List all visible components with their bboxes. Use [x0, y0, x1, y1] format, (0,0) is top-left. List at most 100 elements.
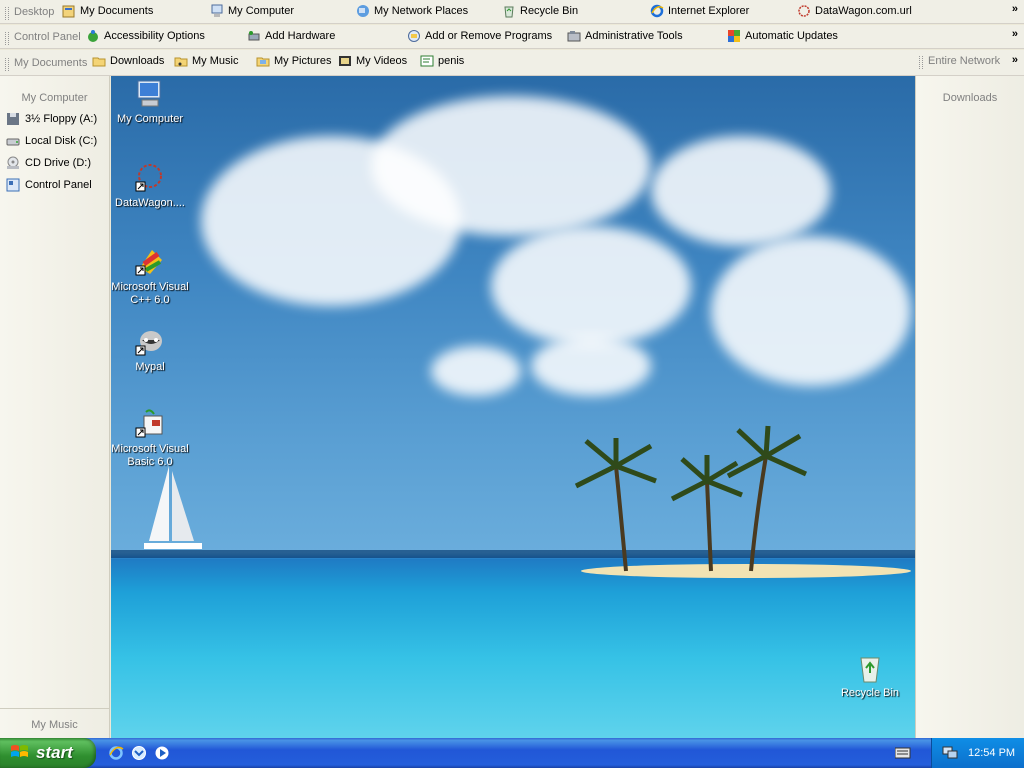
desktop-icon-label: Microsoft Visual Basic 6.0 [111, 443, 189, 468]
toolbar-overflow-chevron[interactable]: » [1012, 3, 1018, 15]
pictures-folder-icon [256, 54, 270, 68]
internet-explorer-icon [650, 4, 664, 18]
control-panel-icon [6, 178, 20, 192]
media-player-icon[interactable] [154, 745, 170, 761]
toolbar-item-label: Recycle Bin [520, 5, 579, 17]
toolbar-item-label: My Pictures [274, 55, 332, 67]
network-places-icon [356, 4, 370, 18]
palm-trees [574, 425, 808, 572]
desktop-wallpaper[interactable]: My Computer DataWagon.... Microsoft Visu… [111, 76, 915, 738]
sailboat [144, 466, 202, 549]
panel-item-local-disk[interactable]: Local Disk (C:) [6, 134, 97, 148]
wallpaper-cloud [491, 226, 691, 346]
toolbar-item-add-hardware[interactable]: Add Hardware [247, 29, 335, 43]
url-shortcut-icon [134, 162, 166, 194]
desktop-icon-label: Recycle Bin [840, 687, 900, 699]
taskbar: start 12:54 PM [0, 738, 1024, 768]
system-tray: 12:54 PM [931, 738, 1024, 768]
desktop-icon-label: Mypal [135, 361, 165, 373]
outlook-express-icon[interactable] [131, 745, 147, 761]
toolbar-item-label: penis [438, 55, 465, 67]
my-computer-icon [210, 4, 224, 18]
toolbar-item-label: My Documents [80, 5, 154, 17]
toolbar-item-recycle-bin[interactable]: Recycle Bin [502, 4, 578, 18]
visual-basic-icon [134, 408, 166, 440]
visual-cpp-icon [134, 246, 166, 278]
desktop-icon-visual-basic[interactable]: Microsoft Visual Basic 6.0 [111, 408, 191, 469]
cd-drive-icon [6, 156, 20, 170]
panel-title[interactable]: My Computer [0, 92, 109, 104]
wallpaper-cloud [531, 336, 651, 396]
hard-disk-icon [6, 134, 20, 148]
start-label: start [36, 743, 73, 762]
toolbar-overflow-chevron[interactable]: » [1012, 54, 1018, 66]
toolbar-item-label: Administrative Tools [585, 30, 683, 42]
add-remove-programs-icon [407, 29, 421, 43]
toolbar-item-automatic-updates[interactable]: Automatic Updates [727, 29, 838, 43]
internet-explorer-icon[interactable] [108, 745, 124, 761]
keyboard-icon[interactable] [894, 747, 911, 762]
toolbar-item-network-places[interactable]: My Network Places [356, 4, 468, 18]
desktop-icon-recycle-bin[interactable]: Recycle Bin [829, 652, 911, 700]
url-shortcut-icon [797, 4, 811, 18]
start-button[interactable]: start [0, 738, 96, 768]
toolbar-overflow-chevron[interactable]: » [1012, 28, 1018, 40]
desktop-icon-visual-cpp[interactable]: Microsoft Visual C++ 6.0 [111, 246, 191, 307]
toolbar-item-my-documents[interactable]: My Documents [62, 4, 153, 18]
toolbar-item-label: Automatic Updates [745, 30, 838, 42]
toolbar-caption[interactable]: My Documents [0, 57, 87, 71]
my-music-caption[interactable]: My Music [0, 708, 109, 738]
panel-item-label: 3½ Floppy (A:) [25, 113, 98, 125]
desktop-icon-label: Microsoft Visual C++ 6.0 [111, 281, 189, 306]
wallpaper-cloud [711, 236, 911, 386]
entire-network-caption[interactable]: Entire Network [914, 55, 1000, 69]
floppy-drive-icon [6, 112, 20, 126]
toolbar-caption[interactable]: Desktop [0, 6, 54, 20]
toolbar-caption[interactable]: Control Panel [0, 31, 81, 45]
toolbar-item-label: My Videos [356, 55, 408, 67]
toolbar-item-my-music[interactable]: My Music [174, 54, 238, 68]
panel-item-label: Local Disk (C:) [25, 135, 98, 147]
music-folder-icon [174, 54, 188, 68]
toolbar-item-label: Accessibility Options [104, 30, 205, 42]
desktop-icon-mypal[interactable]: Mypal [111, 326, 191, 374]
panel-item-label: Control Panel [25, 179, 92, 191]
toolbar-item-my-computer[interactable]: My Computer [210, 4, 294, 18]
windows-logo-icon [10, 743, 30, 764]
admin-tools-icon [567, 29, 581, 43]
desktop-icon-datawagon[interactable]: DataWagon.... [111, 162, 191, 210]
clock[interactable]: 12:54 PM [968, 747, 1015, 759]
desktop-toolbar: Desktop My Documents My Computer My Netw… [0, 0, 1024, 24]
accessibility-icon [86, 29, 100, 43]
control-panel-toolbar: Control Panel Accessibility Options Add … [0, 25, 1024, 49]
wallpaper-cloud [371, 96, 651, 236]
toolbar-item-label: Downloads [110, 55, 165, 67]
toolbar-item-accessibility[interactable]: Accessibility Options [86, 29, 205, 43]
toolbar-item-label: Add Hardware [265, 30, 336, 42]
panel-title[interactable]: Downloads [916, 92, 1024, 104]
my-computer-icon [134, 78, 166, 110]
wallpaper-cloud [431, 346, 521, 396]
toolbar-item-downloads[interactable]: Downloads [92, 54, 164, 68]
desktop-icon-label: DataWagon.... [115, 197, 185, 209]
desktop-icon-label: My Computer [116, 113, 184, 125]
recycle-bin-icon [854, 652, 886, 684]
panel-item-cd-drive[interactable]: CD Drive (D:) [6, 156, 91, 170]
toolbar-item-add-remove-programs[interactable]: Add or Remove Programs [407, 29, 552, 43]
toolbar-item-admin-tools[interactable]: Administrative Tools [567, 29, 683, 43]
mypal-browser-icon [134, 326, 166, 358]
toolbar-item-label: Internet Explorer [668, 5, 750, 17]
toolbar-item-datawagon-url[interactable]: DataWagon.com.url [797, 4, 912, 18]
desktop-icon-my-computer[interactable]: My Computer [111, 78, 191, 126]
network-connection-icon[interactable] [942, 744, 958, 763]
my-documents-icon [62, 4, 76, 18]
toolbar-item-text-file[interactable]: penis [420, 54, 464, 68]
toolbar-item-my-videos[interactable]: My Videos [338, 54, 407, 68]
videos-folder-icon [338, 54, 352, 68]
toolbar-item-label: My Music [192, 55, 239, 67]
toolbar-item-my-pictures[interactable]: My Pictures [256, 54, 331, 68]
toolbar-item-label: DataWagon.com.url [815, 5, 912, 17]
panel-item-control-panel[interactable]: Control Panel [6, 178, 92, 192]
panel-item-floppy[interactable]: 3½ Floppy (A:) [6, 112, 97, 126]
toolbar-item-internet-explorer[interactable]: Internet Explorer [650, 4, 749, 18]
